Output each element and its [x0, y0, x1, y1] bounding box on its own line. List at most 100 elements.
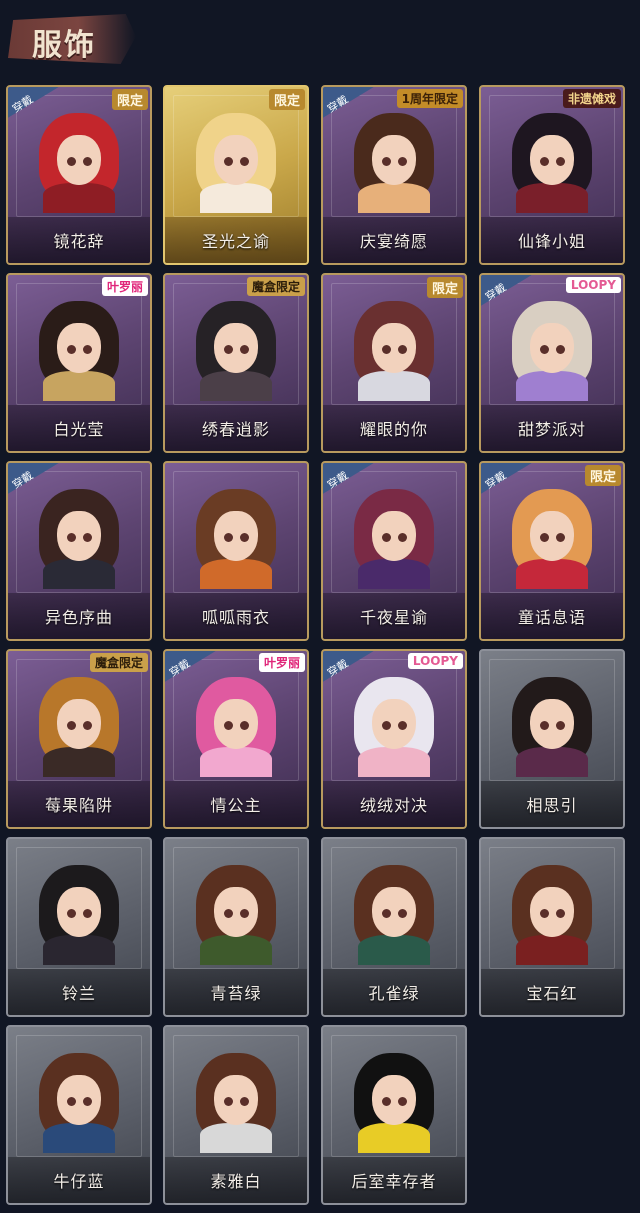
name-bar: 异色序曲 [8, 593, 150, 639]
costume-card[interactable]: 孔雀绿 [321, 837, 467, 1017]
character-portrait [348, 113, 440, 213]
character-portrait [348, 1053, 440, 1153]
costume-name: 宝石红 [526, 984, 578, 1003]
name-bar: 青苔绿 [165, 969, 307, 1015]
costume-name: 白光莹 [53, 420, 105, 439]
character-portrait [33, 113, 125, 213]
character-portrait [190, 865, 282, 965]
name-bar: 绒绒对决 [323, 781, 465, 827]
character-portrait [348, 301, 440, 401]
costume-card[interactable]: 穿戴 LOOPY 甜梦派对 [479, 273, 625, 453]
character-portrait [33, 677, 125, 777]
character-portrait [190, 677, 282, 777]
costume-name: 镜花辞 [53, 232, 105, 251]
costume-card[interactable]: 限定 耀眼的你 [321, 273, 467, 453]
name-bar: 宝石红 [481, 969, 623, 1015]
edition-badge: 叶罗丽 [101, 277, 148, 296]
name-bar: 铃兰 [8, 969, 150, 1015]
costume-name: 庆宴绮愿 [359, 232, 428, 251]
costume-card[interactable]: 铃兰 [6, 837, 152, 1017]
name-bar: 呱呱雨衣 [165, 593, 307, 639]
name-bar: 相思引 [481, 781, 623, 827]
name-bar: 甜梦派对 [481, 405, 623, 451]
costume-card[interactable]: 穿戴 1周年限定 庆宴绮愿 [321, 85, 467, 265]
costume-name: 呱呱雨衣 [201, 608, 270, 627]
name-bar: 情公主 [165, 781, 307, 827]
costume-name: 牛仔蓝 [53, 1172, 105, 1191]
name-bar: 千夜星谕 [323, 593, 465, 639]
character-portrait [506, 113, 598, 213]
costume-card[interactable]: 魔盒限定莓果陷阱 [6, 649, 152, 829]
name-bar: 童话息语 [481, 593, 623, 639]
edition-badge: 限定 [584, 465, 621, 486]
name-bar: 牛仔蓝 [8, 1157, 150, 1203]
costume-name: 莓果陷阱 [44, 796, 113, 815]
costume-card[interactable]: 叶罗丽白光莹 [6, 273, 152, 453]
costume-card[interactable]: 非遗傩戏仙锋小姐 [479, 85, 625, 265]
costume-card[interactable]: 宝石红 [479, 837, 625, 1017]
costume-name: 绣春逍影 [201, 420, 270, 439]
costume-name: 情公主 [210, 796, 262, 815]
costume-name: 铃兰 [61, 984, 96, 1003]
character-portrait [506, 489, 598, 589]
edition-badge: 限定 [111, 89, 148, 110]
name-bar: 白光莹 [8, 405, 150, 451]
edition-badge: LOOPY [565, 277, 621, 293]
costume-name: 童话息语 [517, 608, 586, 627]
character-portrait [33, 489, 125, 589]
costume-card[interactable]: 穿戴 限定 童话息语 [479, 461, 625, 641]
edition-badge: 限定 [268, 89, 305, 110]
name-bar: 绣春逍影 [165, 405, 307, 451]
costume-card[interactable]: 呱呱雨衣 [163, 461, 309, 641]
costume-name: 孔雀绿 [368, 984, 420, 1003]
character-portrait [348, 865, 440, 965]
character-portrait [348, 489, 440, 589]
name-bar: 庆宴绮愿 [323, 217, 465, 263]
costume-name: 甜梦派对 [517, 420, 586, 439]
name-bar: 素雅白 [165, 1157, 307, 1203]
costume-name: 素雅白 [210, 1172, 262, 1191]
costume-name: 耀眼的你 [359, 420, 428, 439]
costume-name: 相思引 [526, 796, 578, 815]
name-bar: 莓果陷阱 [8, 781, 150, 827]
costume-card[interactable]: 穿戴 LOOPY 绒绒对决 [321, 649, 467, 829]
character-portrait [33, 865, 125, 965]
costume-card[interactable]: 青苔绿 [163, 837, 309, 1017]
costume-name: 异色序曲 [44, 608, 113, 627]
costume-card[interactable]: 穿戴 叶罗丽 情公主 [163, 649, 309, 829]
costume-name: 绒绒对决 [359, 796, 428, 815]
character-portrait [506, 677, 598, 777]
name-bar: 耀眼的你 [323, 405, 465, 451]
character-portrait [33, 301, 125, 401]
name-bar: 孔雀绿 [323, 969, 465, 1015]
page-title: 服饰 [32, 28, 96, 63]
character-portrait [190, 489, 282, 589]
character-portrait [506, 301, 598, 401]
edition-badge: 1周年限定 [396, 89, 463, 108]
costume-name: 千夜星谕 [359, 608, 428, 627]
name-bar: 圣光之谕 [165, 217, 307, 263]
character-portrait [348, 677, 440, 777]
costume-name: 青苔绿 [210, 984, 262, 1003]
character-portrait [190, 301, 282, 401]
edition-badge: 魔盒限定 [246, 277, 305, 296]
character-portrait [190, 113, 282, 213]
costume-card[interactable]: 素雅白 [163, 1025, 309, 1205]
costume-name: 圣光之谕 [201, 232, 270, 251]
costume-card[interactable]: 穿戴 异色序曲 [6, 461, 152, 641]
costume-card[interactable]: 牛仔蓝 [6, 1025, 152, 1205]
costume-card[interactable]: 限定圣光之谕 [163, 85, 309, 265]
name-bar: 镜花辞 [8, 217, 150, 263]
character-portrait [190, 1053, 282, 1153]
costume-card[interactable]: 相思引 [479, 649, 625, 829]
costume-card[interactable]: 穿戴 限定 镜花辞 [6, 85, 152, 265]
costume-card[interactable]: 魔盒限定绣春逍影 [163, 273, 309, 453]
name-bar: 仙锋小姐 [481, 217, 623, 263]
costume-name: 仙锋小姐 [517, 232, 586, 251]
costume-card[interactable]: 后室幸存者 [321, 1025, 467, 1205]
character-portrait [506, 865, 598, 965]
edition-badge: 魔盒限定 [89, 653, 148, 672]
edition-badge: 非遗傩戏 [562, 89, 621, 108]
costume-card[interactable]: 穿戴 千夜星谕 [321, 461, 467, 641]
costume-name: 后室幸存者 [351, 1172, 437, 1191]
